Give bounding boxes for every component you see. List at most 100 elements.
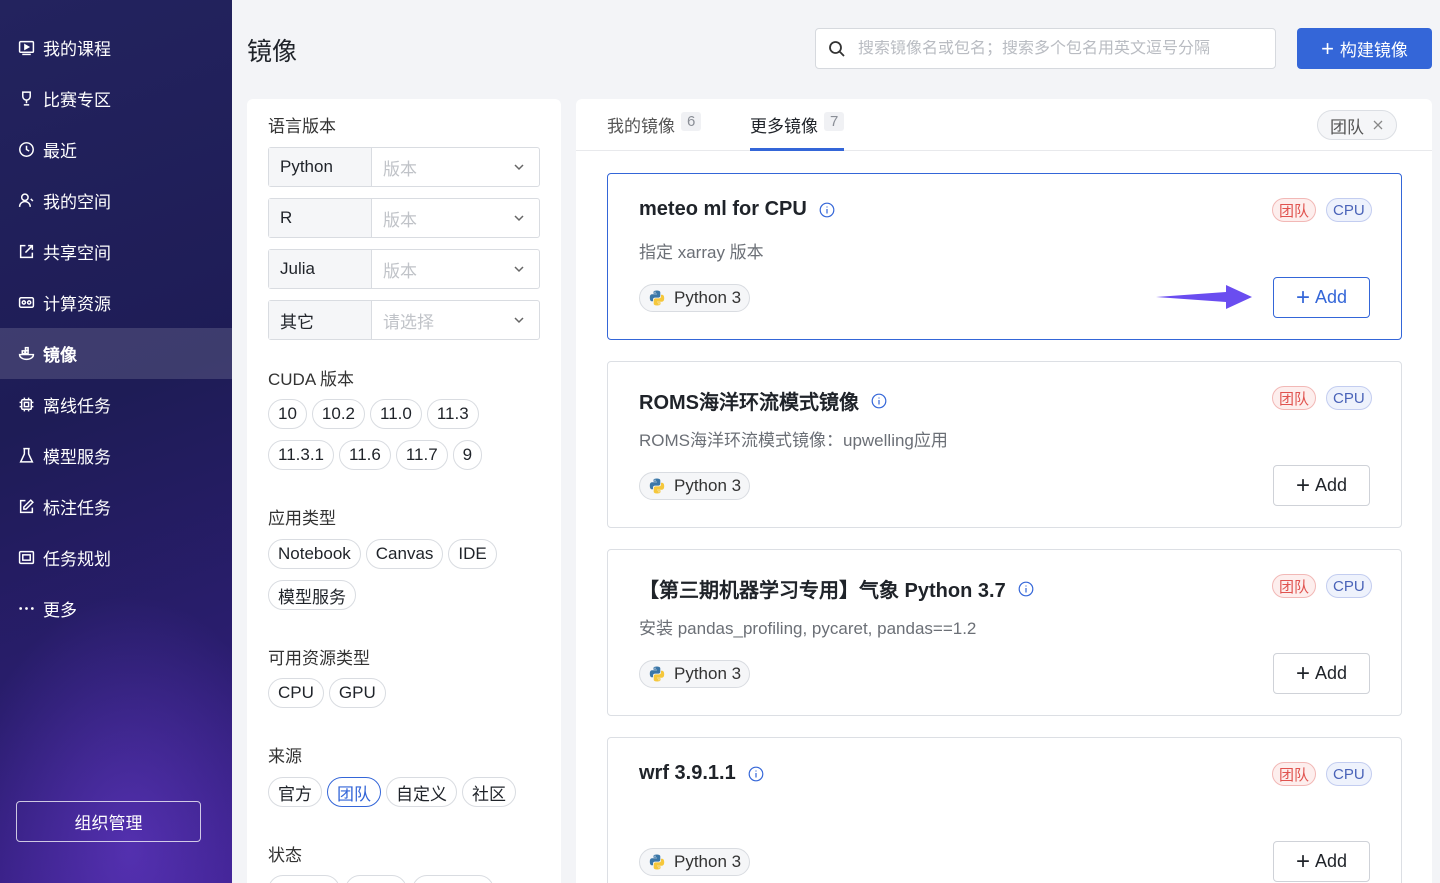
team-badge: 团队 bbox=[1272, 198, 1317, 222]
plus-icon: + bbox=[1295, 847, 1310, 875]
sidebar-item-images[interactable]: 镜像 bbox=[0, 328, 232, 379]
sidebar-item-competitions[interactable]: 比赛专区 bbox=[0, 73, 232, 124]
info-icon[interactable] bbox=[1018, 581, 1034, 597]
status-chip[interactable] bbox=[412, 875, 494, 883]
sidebar-item-label: 计算资源 bbox=[43, 295, 111, 314]
python-version: Python 3 bbox=[674, 476, 742, 495]
python-icon bbox=[649, 478, 665, 494]
python-icon bbox=[649, 666, 665, 682]
cuda-chip[interactable]: 10.2 bbox=[311, 399, 366, 429]
status-chip[interactable] bbox=[268, 875, 340, 883]
version-select[interactable]: 请选择 bbox=[372, 301, 539, 339]
image-card-title: ROMS海洋环流模式镜像 bbox=[639, 386, 887, 415]
image-description: 安装 pandas_profiling, pycaret, pandas==1.… bbox=[639, 619, 977, 638]
image-card[interactable]: 【第三期机器学习专用】气象 Python 3.7 安装 pandas_profi… bbox=[607, 549, 1402, 716]
info-icon[interactable] bbox=[748, 766, 764, 782]
sidebar-item-shared-space[interactable]: 共享空间 bbox=[0, 226, 232, 277]
image-name: ROMS海洋环流模式镜像 bbox=[639, 392, 859, 414]
sidebar-item-annotation[interactable]: 标注任务 bbox=[0, 481, 232, 532]
sidebar-item-my-space[interactable]: 我的空间 bbox=[0, 175, 232, 226]
search-box[interactable] bbox=[815, 28, 1276, 69]
language-name: R bbox=[269, 199, 372, 237]
language-row-other: 其它 请选择 bbox=[268, 300, 540, 340]
cuda-chip[interactable]: 11.3 bbox=[426, 399, 479, 429]
tab-count: 7 bbox=[824, 112, 845, 131]
resource-chips: CPU GPU bbox=[268, 678, 548, 708]
sidebar-item-offline-tasks[interactable]: 离线任务 bbox=[0, 379, 232, 430]
image-card[interactable]: ROMS海洋环流模式镜像 ROMS海洋环流模式镜像：upwelling应用 团队… bbox=[607, 361, 1402, 528]
add-label: Add bbox=[1314, 475, 1348, 495]
image-name: meteo ml for CPU bbox=[639, 198, 807, 220]
info-icon[interactable] bbox=[819, 202, 835, 218]
sidebar-item-task-planning[interactable]: 任务规划 bbox=[0, 532, 232, 583]
cuda-chip[interactable]: 11.6 bbox=[339, 440, 391, 470]
cuda-chip[interactable]: 9 bbox=[452, 440, 483, 470]
status-chips bbox=[268, 875, 548, 883]
add-label: Add bbox=[1314, 287, 1348, 307]
add-label: Add bbox=[1314, 851, 1348, 871]
add-button[interactable]: + Add bbox=[1273, 653, 1370, 694]
resource-chip[interactable]: GPU bbox=[328, 678, 386, 708]
sidebar-item-model-service[interactable]: 模型服务 bbox=[0, 430, 232, 481]
cpu-badge: CPU bbox=[1326, 762, 1372, 786]
image-name: 【第三期机器学习专用】气象 Python 3.7 bbox=[639, 580, 1006, 602]
tab-more-images[interactable]: 更多镜像 7 bbox=[750, 112, 845, 151]
tab-my-images[interactable]: 我的镜像 6 bbox=[607, 112, 702, 151]
python-version: Python 3 bbox=[674, 852, 742, 871]
image-card-title: meteo ml for CPU bbox=[639, 198, 835, 221]
page-title: 镜像 bbox=[247, 38, 298, 66]
info-icon[interactable] bbox=[871, 393, 887, 409]
build-image-button[interactable]: + 构建镜像 bbox=[1297, 28, 1432, 69]
sidebar-item-label: 镜像 bbox=[43, 346, 77, 365]
add-label: Add bbox=[1314, 663, 1348, 683]
source-chip[interactable]: 自定义 bbox=[386, 777, 457, 807]
cuda-chip[interactable]: 11.7 bbox=[395, 440, 448, 470]
image-card[interactable]: meteo ml for CPU 指定 xarray 版本 团队 CPU Pyt… bbox=[607, 173, 1402, 340]
app-type-chip[interactable]: IDE bbox=[448, 539, 497, 569]
search-input[interactable] bbox=[858, 39, 1258, 58]
sidebar-item-label: 模型服务 bbox=[43, 448, 111, 467]
image-name: wrf 3.9.1.1 bbox=[639, 762, 736, 784]
source-chip[interactable]: 社区 bbox=[462, 777, 516, 807]
resource-label: 可用资源类型 bbox=[268, 649, 370, 668]
source-label: 来源 bbox=[268, 747, 302, 766]
chevron-down-icon bbox=[514, 215, 524, 222]
sidebar-item-more[interactable]: 更多 bbox=[0, 583, 232, 634]
source-chip-selected[interactable]: 团队 bbox=[327, 777, 381, 807]
sidebar-item-label: 共享空间 bbox=[43, 244, 111, 263]
close-icon[interactable] bbox=[1372, 119, 1384, 131]
status-chip[interactable] bbox=[345, 875, 407, 883]
tab-label: 我的镜像 bbox=[607, 117, 675, 136]
resource-chip[interactable]: CPU bbox=[268, 678, 324, 708]
image-description: 指定 xarray 版本 bbox=[639, 243, 764, 262]
tabs-bar: 我的镜像 6 更多镜像 7 团队 bbox=[576, 99, 1432, 151]
add-button[interactable]: + Add bbox=[1273, 465, 1370, 506]
version-placeholder: 版本 bbox=[383, 261, 417, 281]
filter-panel: 语言版本 Python 版本 R 版本 Julia 版本 其它 请选择 CUDA… bbox=[247, 99, 561, 883]
add-button[interactable]: + Add bbox=[1273, 841, 1370, 882]
cuda-chip[interactable]: 11.0 bbox=[370, 399, 422, 429]
status-label: 状态 bbox=[268, 846, 302, 865]
sidebar-item-compute[interactable]: 计算资源 bbox=[0, 277, 232, 328]
add-button[interactable]: + Add bbox=[1273, 277, 1370, 318]
cuda-chip[interactable]: 10 bbox=[268, 399, 307, 429]
app-type-label: 应用类型 bbox=[268, 509, 336, 528]
active-filter-tag[interactable]: 团队 bbox=[1317, 110, 1397, 140]
version-placeholder: 版本 bbox=[383, 210, 417, 230]
app-type-chip[interactable]: Canvas bbox=[365, 539, 444, 569]
version-select[interactable]: 版本 bbox=[372, 148, 539, 186]
cuda-chip[interactable]: 11.3.1 bbox=[268, 440, 335, 470]
version-select[interactable]: 版本 bbox=[372, 199, 539, 237]
image-card[interactable]: wrf 3.9.1.1 团队 CPU Python 3 + Add bbox=[607, 737, 1402, 883]
chip-icon bbox=[17, 396, 35, 414]
chevron-down-icon bbox=[514, 317, 524, 324]
sidebar-item-label: 更多 bbox=[43, 601, 77, 620]
python-version: Python 3 bbox=[674, 664, 742, 683]
sidebar-item-my-courses[interactable]: 我的课程 bbox=[0, 22, 232, 73]
org-management-button[interactable]: 组织管理 bbox=[16, 801, 201, 842]
version-select[interactable]: 版本 bbox=[372, 250, 539, 288]
sidebar-item-recent[interactable]: 最近 bbox=[0, 124, 232, 175]
app-type-chip[interactable]: 模型服务 bbox=[268, 580, 356, 610]
source-chip[interactable]: 官方 bbox=[268, 777, 322, 807]
app-type-chip[interactable]: Notebook bbox=[268, 539, 361, 569]
